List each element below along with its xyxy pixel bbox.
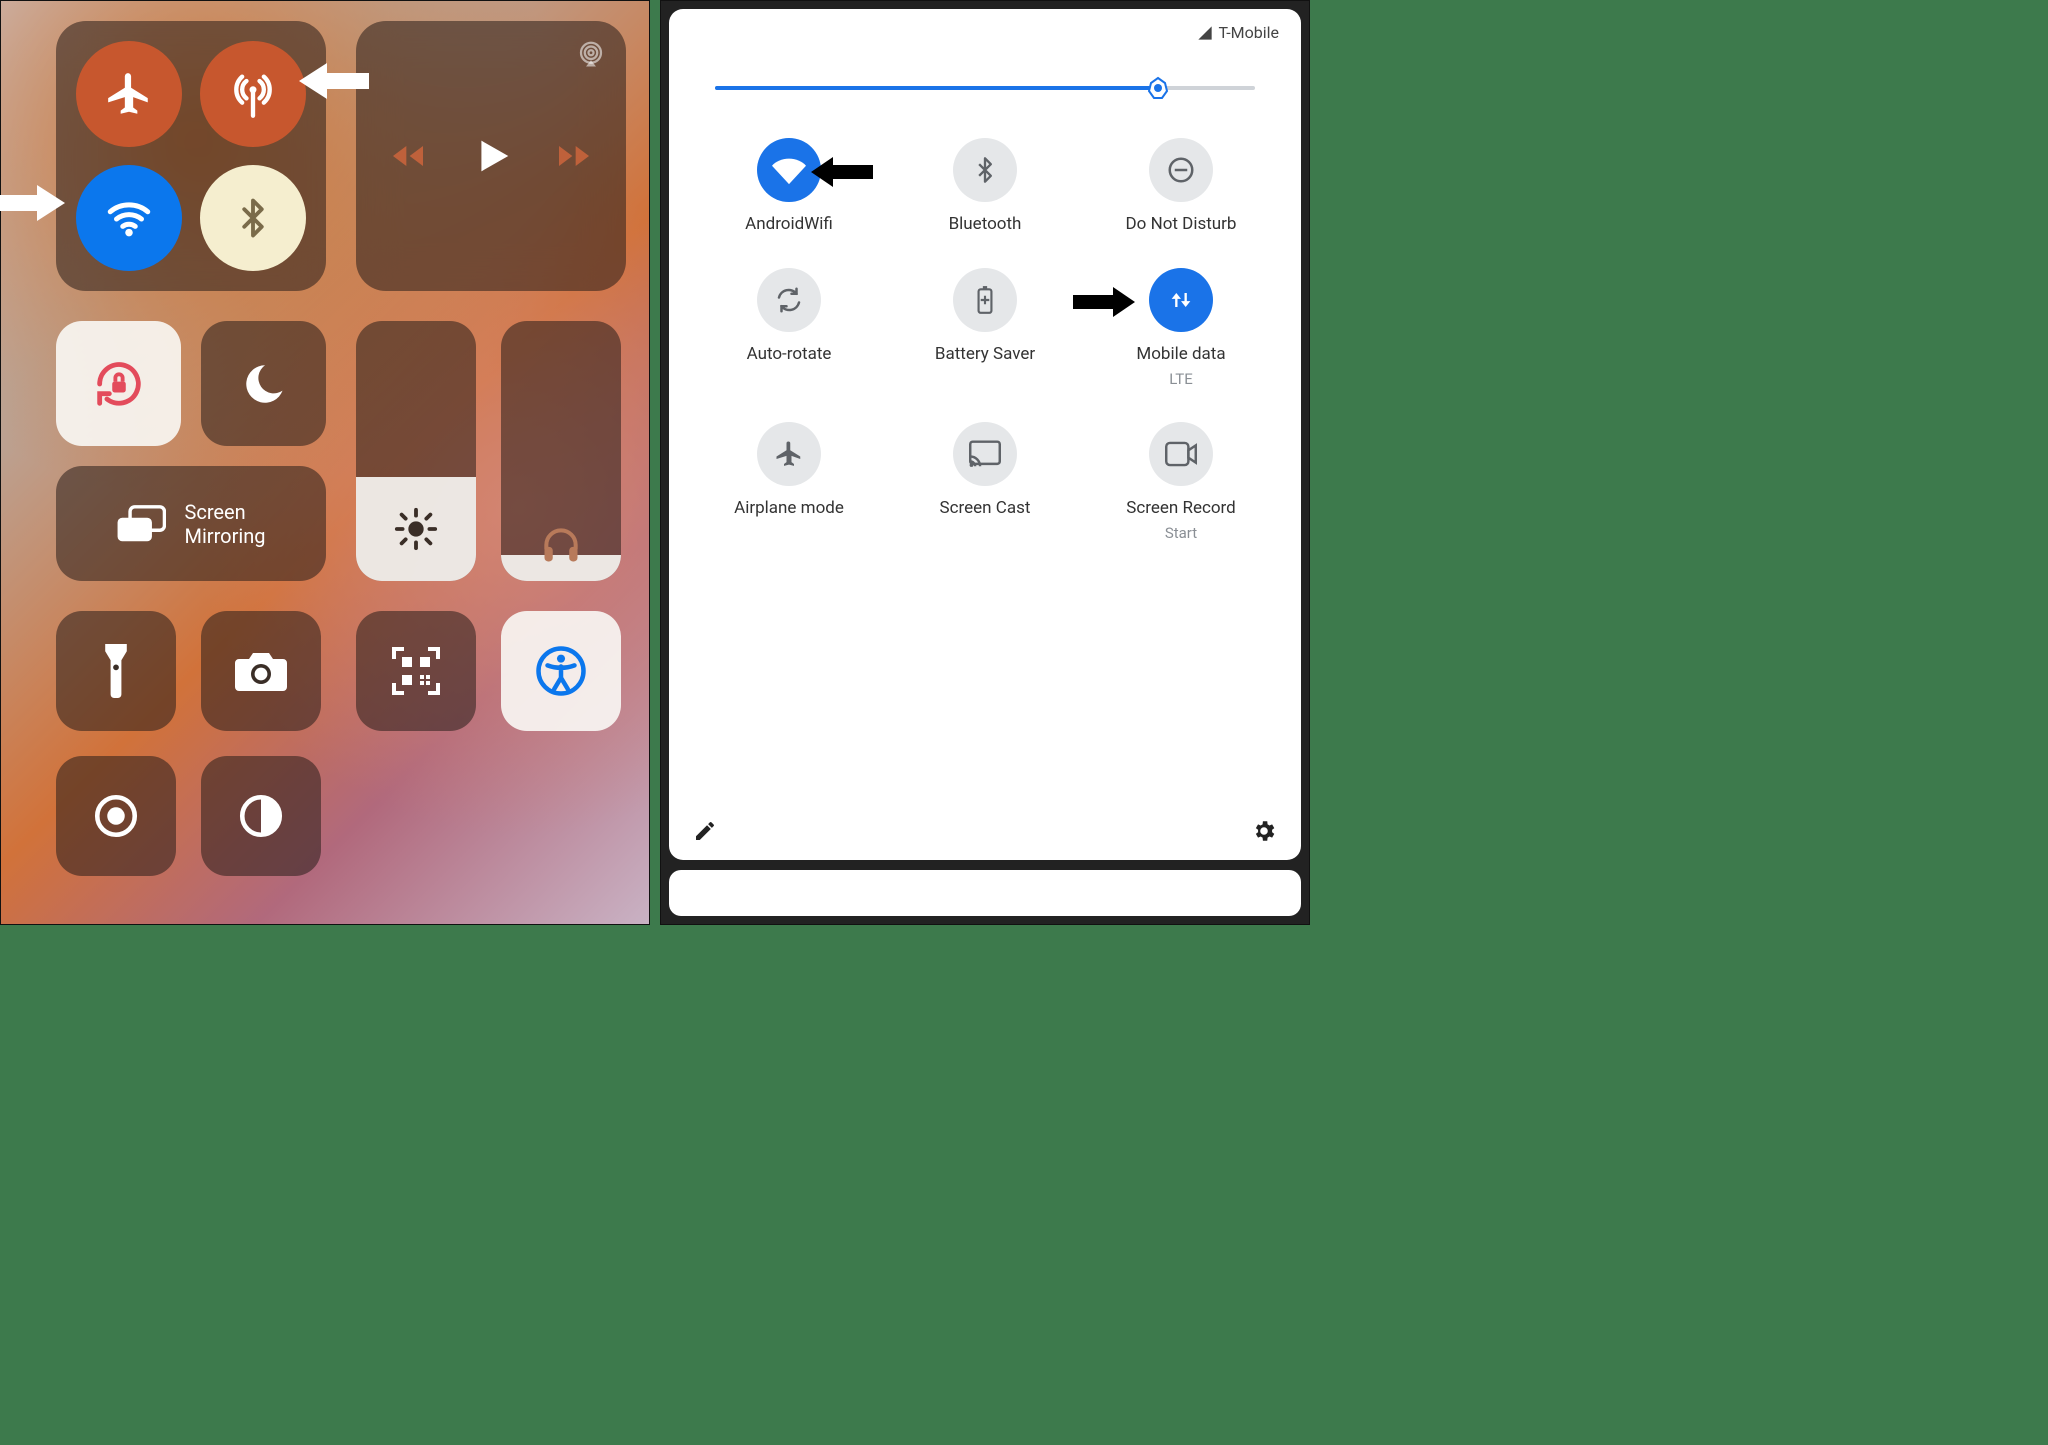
brightness-thumb-icon [1146,76,1170,100]
play-button[interactable] [468,133,514,179]
qs-sublabel: LTE [1169,370,1193,388]
qr-scanner-button[interactable] [356,611,476,731]
cellular-data-button[interactable] [200,41,306,147]
moon-icon [239,359,289,409]
android-card: T-Mobile AndroidWifi [669,9,1301,860]
screen-record-button[interactable] [56,756,176,876]
brightness-slider[interactable] [715,76,1255,100]
brightness-fill [715,86,1158,90]
qs-label: AndroidWifi [745,214,833,234]
cellular-antenna-icon [227,68,279,120]
media-controls-pod [356,21,626,291]
qs-mobile-data[interactable]: Mobile data LTE [1083,268,1279,388]
volume-slider[interactable] [501,321,621,581]
edit-button[interactable] [693,819,717,847]
qs-label: Screen Cast [940,498,1031,518]
flashlight-button[interactable] [56,611,176,731]
wifi-icon [104,193,154,243]
qs-label: Battery Saver [935,344,1035,364]
ios-control-center: Screen Mirroring [0,0,650,925]
screen-record-icon [1149,422,1213,486]
auto-rotate-icon [757,268,821,332]
battery-saver-icon [953,268,1017,332]
annotation-arrow-wifi [811,154,873,190]
qs-label: Do Not Disturb [1126,214,1237,234]
bluetooth-button[interactable] [200,165,306,271]
mobile-data-icon [1149,268,1213,332]
bluetooth-icon [953,138,1017,202]
dnd-icon [1149,138,1213,202]
qs-screen-record[interactable]: Screen Record Start [1083,422,1279,542]
qs-label: Airplane mode [734,498,844,518]
qs-label: Bluetooth [949,214,1022,234]
qs-airplane[interactable]: Airplane mode [691,422,887,542]
qs-sublabel: Start [1165,524,1197,542]
do-not-disturb-button[interactable] [201,321,326,446]
dark-mode-icon [236,791,286,841]
qr-icon [390,645,442,697]
accessibility-icon [534,644,588,698]
airplay-icon[interactable] [576,39,606,73]
qs-wifi[interactable]: AndroidWifi [691,138,887,234]
dark-mode-button[interactable] [201,756,321,876]
annotation-arrow-wifi [0,181,65,225]
sun-icon [393,506,439,552]
qs-label: Mobile data [1136,344,1225,364]
next-track-button[interactable] [554,136,594,176]
qs-label: Screen Record [1126,498,1236,518]
record-icon [91,791,141,841]
airplane-icon [757,422,821,486]
android-bottom-bar [691,812,1279,848]
qs-screen-cast[interactable]: Screen Cast [887,422,1083,542]
carrier-label: T-Mobile [1219,23,1280,42]
screen-mirroring-label: Screen Mirroring [184,500,265,548]
connectivity-pod [56,21,326,291]
camera-icon [233,649,289,693]
screen-mirroring-icon [116,504,166,544]
pencil-icon [693,819,717,843]
signal-icon [1197,25,1213,41]
airplane-mode-button[interactable] [76,41,182,147]
panel-divider [650,0,660,925]
camera-button[interactable] [201,611,321,731]
qs-dnd[interactable]: Do Not Disturb [1083,138,1279,234]
qs-bluetooth[interactable]: Bluetooth [887,138,1083,234]
cast-icon [953,422,1017,486]
status-bar: T-Mobile [691,23,1279,42]
headphones-icon [501,523,621,567]
orientation-lock-icon [90,355,148,413]
accessibility-button[interactable] [501,611,621,731]
previous-track-button[interactable] [388,136,428,176]
brightness-fill [356,477,476,581]
android-quick-settings: T-Mobile AndroidWifi [660,0,1310,925]
qs-grid: AndroidWifi Bluetooth Do Not Disturb [691,138,1279,812]
qs-label: Auto-rotate [747,344,832,364]
qs-auto-rotate[interactable]: Auto-rotate [691,268,887,388]
bluetooth-icon [232,197,274,239]
orientation-lock-button[interactable] [56,321,181,446]
airplane-icon [104,69,154,119]
qs-battery-saver[interactable]: Battery Saver [887,268,1083,388]
screen-mirroring-button[interactable]: Screen Mirroring [56,466,326,581]
gear-icon [1251,818,1277,844]
annotation-arrow-mobile-data [1073,284,1135,320]
annotation-arrow-cellular [299,59,369,103]
wifi-button[interactable] [76,165,182,271]
notification-peek[interactable] [669,870,1301,916]
settings-button[interactable] [1251,818,1277,848]
flashlight-icon [96,644,136,698]
brightness-slider[interactable] [356,321,476,581]
